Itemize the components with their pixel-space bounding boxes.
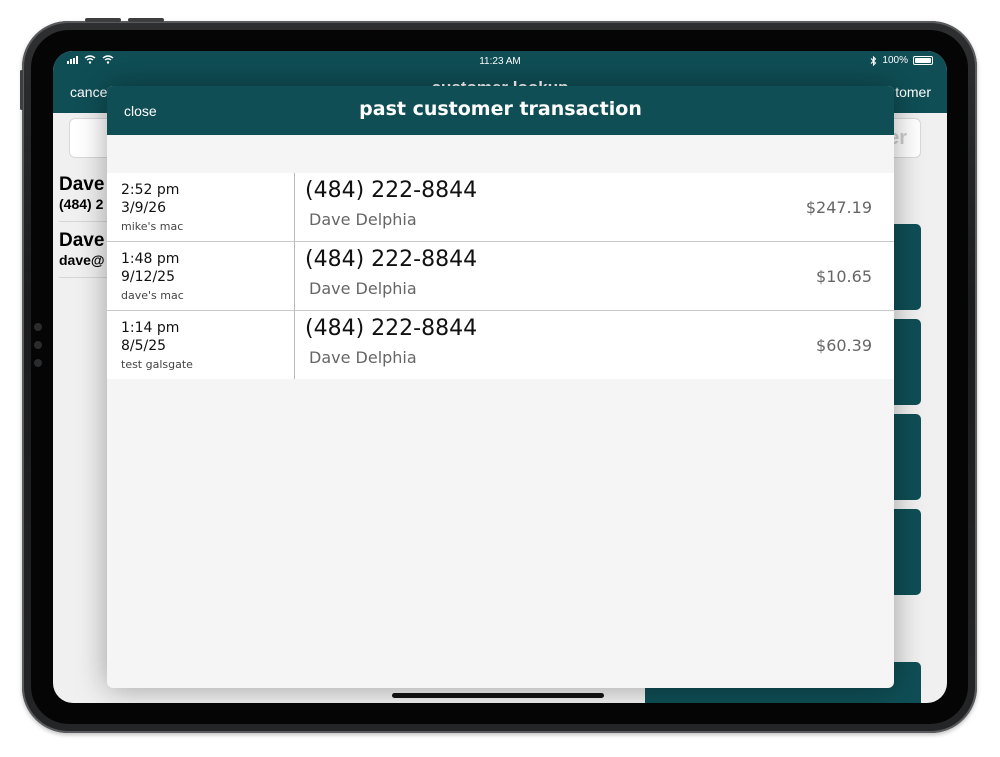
- status-bar: 11:23 AM 100%: [53, 51, 947, 73]
- background-result-item[interactable]: Dave dave@: [59, 230, 105, 268]
- bluetooth-icon: [871, 55, 877, 66]
- side-button: [20, 70, 23, 110]
- status-right: 100%: [870, 55, 933, 66]
- status-time: 11:23 AM: [479, 56, 521, 67]
- home-indicator[interactable]: [392, 693, 604, 698]
- volume-down-button: [128, 18, 164, 22]
- transaction-phone: (484) 222-8844: [305, 178, 478, 203]
- past-transactions-modal: close past customer transaction 2:52 pm …: [107, 86, 894, 688]
- transaction-meta: 1:48 pm 9/12/25 dave's mac: [107, 242, 295, 310]
- transaction-amount: $60.39: [816, 336, 872, 355]
- volume-up-button: [85, 18, 121, 22]
- transaction-amount: $247.19: [805, 198, 872, 217]
- ipad-screen: 11:23 AM 100% cance customer lookup tome…: [53, 51, 947, 703]
- transaction-row[interactable]: 1:14 pm 8/5/25 test galsgate (484) 222-8…: [107, 311, 894, 379]
- background-result-sub: dave@: [59, 252, 105, 268]
- transaction-amount: $10.65: [816, 267, 872, 286]
- background-result-name: Dave: [59, 230, 105, 251]
- background-result-name: Dave: [59, 174, 105, 195]
- camera-dot: [34, 323, 42, 331]
- background-new-customer-button[interactable]: tomer: [895, 84, 931, 100]
- sensor-dot: [34, 359, 42, 367]
- sensor-dot: [34, 341, 42, 349]
- background-result-sub: (484) 2: [59, 196, 104, 212]
- transaction-row[interactable]: 2:52 pm 3/9/26 mike's mac (484) 222-8844…: [107, 173, 894, 242]
- transaction-customer-name: Dave Delphia: [309, 210, 417, 229]
- transaction-meta: 1:14 pm 8/5/25 test galsgate: [107, 311, 295, 379]
- transaction-time: 2:52 pm: [121, 182, 180, 198]
- transaction-row[interactable]: 1:48 pm 9/12/25 dave's mac (484) 222-884…: [107, 242, 894, 311]
- transaction-time: 1:14 pm: [121, 320, 180, 336]
- battery-percent: 100%: [882, 55, 908, 66]
- transaction-device: dave's mac: [121, 289, 184, 302]
- transaction-phone: (484) 222-8844: [305, 316, 478, 341]
- transaction-time: 1:48 pm: [121, 251, 180, 267]
- transaction-list: 2:52 pm 3/9/26 mike's mac (484) 222-8844…: [107, 173, 894, 379]
- transaction-device: mike's mac: [121, 220, 184, 233]
- transaction-date: 3/9/26: [121, 200, 167, 216]
- transaction-meta: 2:52 pm 3/9/26 mike's mac: [107, 173, 295, 241]
- background-result-item[interactable]: Dave (484) 2: [59, 174, 104, 212]
- transaction-device: test galsgate: [121, 358, 193, 371]
- transaction-customer-name: Dave Delphia: [309, 279, 417, 298]
- battery-icon: [913, 56, 933, 65]
- transaction-phone: (484) 222-8844: [305, 247, 478, 272]
- transaction-date: 9/12/25: [121, 269, 175, 285]
- modal-title: past customer transaction: [359, 98, 642, 120]
- transaction-date: 8/5/25: [121, 338, 167, 354]
- modal-header: close past customer transaction: [107, 86, 894, 135]
- transaction-customer-name: Dave Delphia: [309, 348, 417, 367]
